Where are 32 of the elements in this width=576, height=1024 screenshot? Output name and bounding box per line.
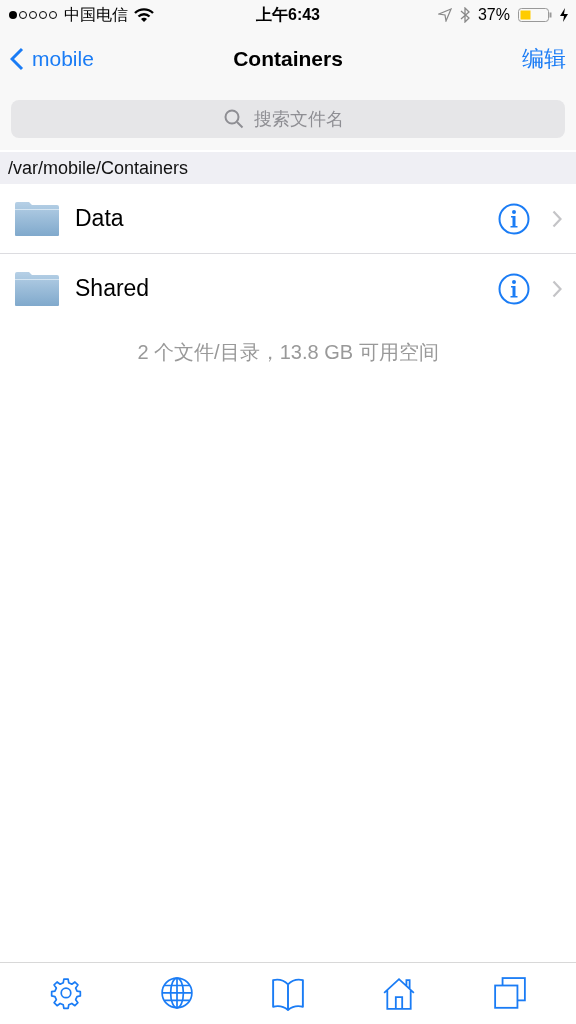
settings-icon[interactable] <box>49 976 82 1011</box>
chevron-right-icon <box>552 279 562 298</box>
summary-text: 2 个文件/目录，13.8 GB 可用空间 <box>136 340 440 365</box>
search-icon <box>224 109 244 129</box>
battery-percent: 37% <box>477 6 510 24</box>
wifi-icon <box>134 7 154 23</box>
info-icon[interactable] <box>498 272 530 305</box>
info-icon[interactable] <box>498 202 530 235</box>
battery-icon <box>518 7 552 23</box>
path-label: /var/mobile/Containers <box>0 152 576 184</box>
folder-icon <box>14 270 60 307</box>
charging-icon <box>560 8 568 22</box>
location-icon <box>437 8 452 22</box>
carrier-name: 中国电信 <box>64 4 128 25</box>
home-icon[interactable] <box>383 976 416 1011</box>
edit-button[interactable]: 编辑 <box>522 44 566 74</box>
chevron-left-icon[interactable] <box>10 47 24 71</box>
folder-row[interactable]: Shared <box>0 254 576 323</box>
book-icon[interactable] <box>271 976 304 1011</box>
folder-icon <box>14 200 60 237</box>
bluetooth-icon <box>459 7 470 23</box>
folder-row[interactable]: Data <box>0 184 576 254</box>
folder-name: Shared <box>75 275 151 302</box>
page-title: Containers <box>233 47 343 71</box>
globe-icon[interactable] <box>160 976 193 1011</box>
windows-icon[interactable] <box>494 976 527 1011</box>
folder-name: Data <box>75 205 125 232</box>
search-field[interactable]: 搜索文件名 <box>252 107 352 131</box>
status-time: 上午6:43 <box>256 4 320 25</box>
back-button[interactable]: mobile <box>10 47 94 71</box>
signal-icon <box>8 10 58 20</box>
chevron-right-icon <box>552 209 562 228</box>
